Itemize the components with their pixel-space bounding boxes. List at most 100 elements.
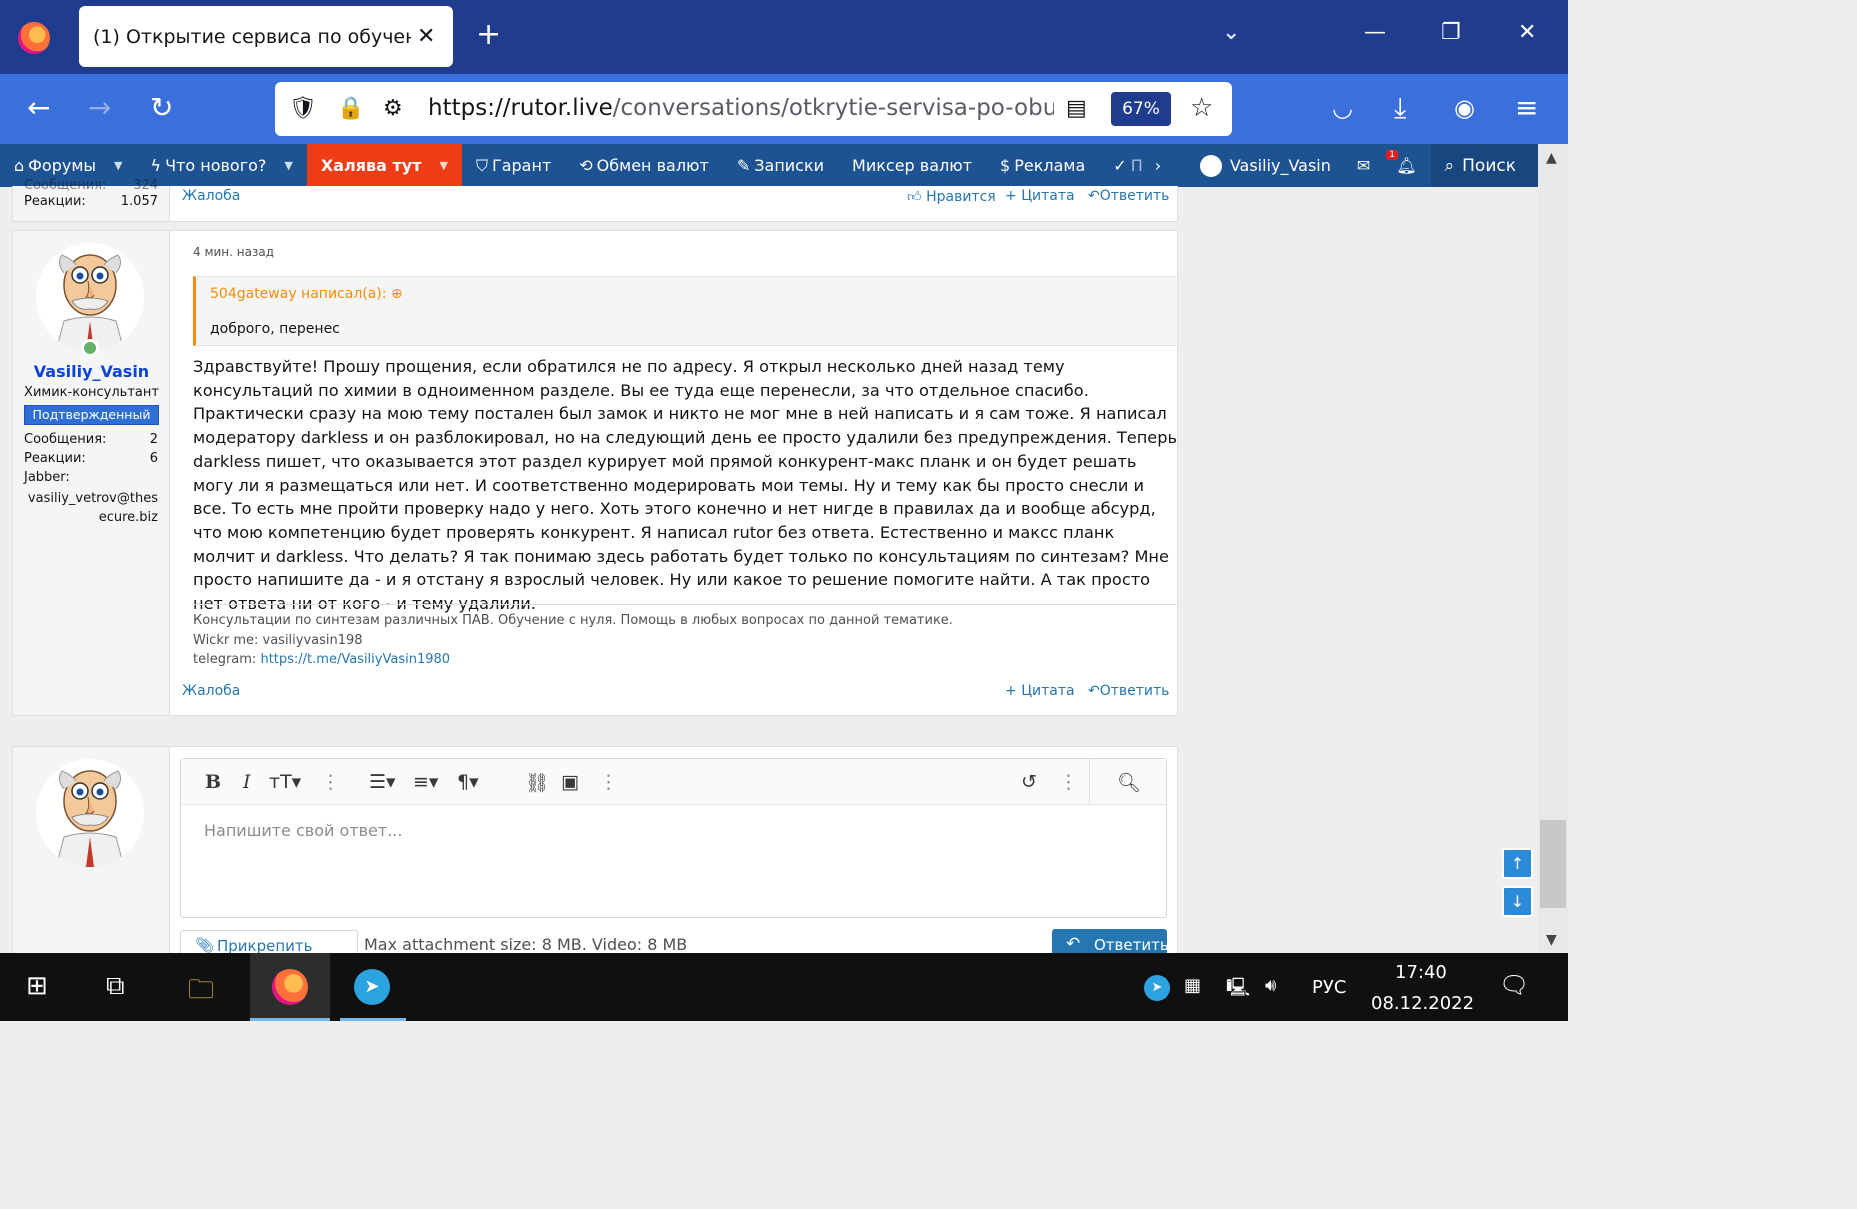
virtualbox-tray-icon[interactable]: ▦ [1184,975,1201,996]
reply-button[interactable]: ↶Ответить [1088,683,1169,699]
preview-icon[interactable]: 🔍︎ [1117,771,1141,794]
clock-time[interactable]: 17:40 [1395,962,1447,983]
scrollbar-thumb[interactable] [1540,820,1566,908]
taskbar-telegram[interactable]: ➤ [340,953,406,1021]
chevron-down-icon[interactable]: ▼ [114,159,122,172]
arrow-up-circle-icon[interactable]: ⊕ [391,286,403,302]
post: Vasiliy_Vasin Химик-консультант Подтверж… [12,230,1178,716]
tab-title: (1) Открытие сервиса по обучению [93,25,411,48]
scroll-to-top-button[interactable]: ↑ [1502,848,1533,879]
nav-exchange[interactable]: ⟲ Обмен валют [565,144,723,187]
windows-start-icon[interactable]: ⊞ [26,971,48,1001]
page-scrollbar[interactable]: ▲ ▼ [1538,144,1568,952]
task-view-icon[interactable]: ⧉ [106,971,125,1002]
new-tab-icon[interactable]: + [476,20,501,50]
url-text[interactable]: https://rutor.live/conversations/otkryti… [428,95,1054,121]
tab-close-icon[interactable]: ✕ [417,24,435,49]
nav-more[interactable]: ✓ П [1099,144,1146,187]
quote-button[interactable]: + Цитата [1005,188,1075,204]
plus-icon: + [1005,683,1017,699]
attachment-info: Max attachment size: 8 MB. Video: 8 MB [364,935,688,954]
chevron-down-icon[interactable]: ▼ [439,159,447,172]
active-indicator [250,1018,330,1021]
firefox-icon [272,969,308,1005]
jabber-value: vasiliy_vetrov@thesecure.biz [27,491,158,525]
link-icon[interactable]: ⛓ [525,771,549,794]
nav-ads[interactable]: $ Реклама [986,144,1099,187]
pocket-icon[interactable]: ◡ [1332,94,1353,122]
undo-icon[interactable]: ↺ [1021,771,1037,793]
nav-notes[interactable]: ✎ Записки [723,144,838,187]
menu-icon[interactable]: ≡ [1515,94,1538,122]
network-icon[interactable]: 🖳 [1226,975,1250,1005]
post-time[interactable]: 4 мин. назад [193,245,274,259]
back-icon[interactable]: ← [27,94,50,122]
firefox-logo-icon[interactable] [18,22,50,54]
inbox-icon[interactable]: ✉ [1345,144,1382,187]
align-icon[interactable]: ≡▾ [413,771,438,793]
downloads-icon[interactable]: ⤓ [1394,94,1406,122]
chevron-down-icon[interactable]: ▼ [284,159,292,172]
online-status-icon [81,339,99,357]
post-username[interactable]: Vasiliy_Vasin [13,362,170,381]
forward-icon[interactable]: → [88,94,111,122]
quote-button[interactable]: + Цитата [1005,683,1075,699]
user-menu[interactable]: Vasiliy_Vasin [1186,144,1345,187]
avatar[interactable] [36,243,144,351]
report-link[interactable]: Жалоба [182,188,240,204]
scroll-down-arrow-icon[interactable]: ▼ [1546,932,1557,948]
user-title: Химик-консультант [24,385,159,400]
minimize-icon[interactable]: — [1364,20,1386,45]
telegram-tray-icon[interactable]: ➤ [1144,975,1170,1001]
more-vertical-icon[interactable]: ⋮ [599,771,618,793]
reply-editor[interactable]: B I тT▾ ⋮ ☰▾ ≡▾ ¶▾ ⛓ ▣ ⋮ ↺ ⋮ 🔍︎ Напишите… [180,758,1167,918]
restore-icon[interactable]: ❐ [1441,20,1461,45]
reply-arrow-icon: ↶ [1088,683,1100,699]
browser-tab[interactable]: (1) Открытие сервиса по обучению ✕ [79,6,453,67]
notifications-icon[interactable]: 🗨 [1499,971,1529,999]
telegram-link[interactable]: https://t.me/VasiliyVasin1980 [260,652,450,667]
image-icon[interactable]: ▣ [561,771,579,793]
paragraph-icon[interactable]: ¶▾ [457,771,479,793]
reader-view-icon[interactable]: ▤ [1066,96,1087,121]
reply-button[interactable]: ↶Ответить [1088,188,1169,204]
taskbar-firefox[interactable] [250,953,330,1021]
reload-icon[interactable]: ↻ [150,94,173,122]
close-window-icon[interactable]: ✕ [1518,20,1536,45]
editor-placeholder: Напишите свой ответ... [204,821,403,840]
report-link[interactable]: Жалоба [182,683,240,699]
running-indicator [340,1018,406,1021]
file-explorer-icon[interactable]: 🗀 [188,971,214,1015]
nav-whats-new[interactable]: ϟ Что нового? ▼ [137,144,307,187]
post-user-info: Vasiliy_Vasin Химик-консультант Подтверж… [13,231,170,715]
tab-list-chevron-icon[interactable]: ⌄ [1222,20,1240,45]
tracking-shield-icon[interactable]: 🛡 [289,96,317,121]
lock-icon[interactable]: 🔒 [337,96,364,121]
search-button[interactable]: ⌕ Поиск [1430,144,1538,187]
bookmark-star-icon[interactable]: ☆ [1190,93,1213,123]
permissions-icon[interactable]: ⚙ [383,96,403,121]
scroll-to-bottom-button[interactable]: ↓ [1502,886,1533,917]
volume-icon[interactable]: 🔊︎ [1265,975,1276,996]
italic-icon[interactable]: I [243,771,251,793]
nav-freebies[interactable]: Халява тут ▼ [306,144,462,187]
font-size-icon[interactable]: тT▾ [269,771,301,793]
alerts-bell-icon[interactable]: 🔔︎ 1 [1382,144,1430,187]
clock-date[interactable]: 08.12.2022 [1371,993,1474,1014]
zoom-level[interactable]: 67% [1111,92,1171,126]
quote-author[interactable]: 504gateway написал(а): ⊕ [210,286,403,302]
more-vertical-icon[interactable]: ⋮ [321,771,340,793]
url-bar[interactable]: 🛡 🔒 ⚙ https://rutor.live/conversations/o… [275,82,1232,136]
bold-icon[interactable]: B [205,771,221,793]
more-vertical-icon[interactable]: ⋮ [1059,771,1078,793]
language-indicator[interactable]: РУС [1312,977,1346,998]
nav-mixer[interactable]: Миксер валют [838,144,986,187]
scroll-up-arrow-icon[interactable]: ▲ [1546,150,1557,166]
account-icon[interactable]: ◉ [1454,94,1475,122]
nav-scroll-right-icon[interactable]: › [1147,144,1169,187]
like-button[interactable]: 👍︎ Нравится [907,188,996,205]
avatar [36,759,144,867]
check-circle-icon: ✓ [1113,156,1127,175]
list-icon[interactable]: ☰▾ [369,771,396,793]
nav-guarantor[interactable]: ⛉ Гарант [462,144,565,187]
